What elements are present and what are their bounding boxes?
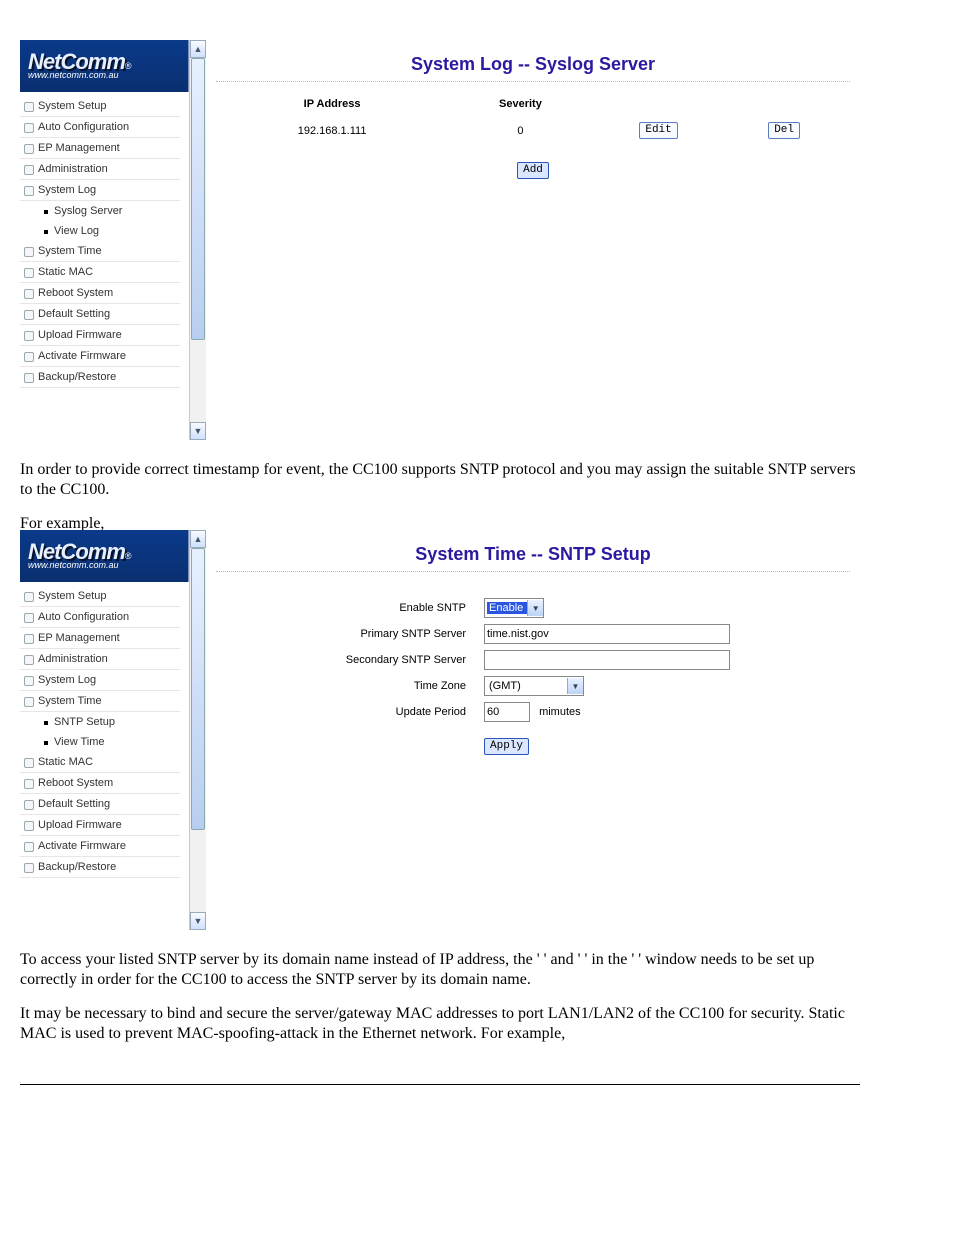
apply-button[interactable]: Apply [484,738,529,755]
select-enable-value: Enable [487,602,527,614]
logo-url: www.netcomm.com.au [28,560,188,570]
table-row: 192.168.1.111 0 Edit Del [219,120,847,141]
sidebar-item-upload-firmware[interactable]: Upload Firmware [20,325,180,346]
logo-url: www.netcomm.com.au [28,70,188,80]
chevron-down-icon: ▼ [567,678,583,694]
select-timezone-value: (GMT) [487,680,525,692]
sidebar-item-administration[interactable]: Administration [20,159,180,180]
page-title: System Log -- Syslog Server [206,40,860,81]
scroll-up-icon[interactable]: ▲ [190,530,206,548]
scrollbar[interactable]: ▲ ▼ [189,530,206,930]
sidebar-item-reboot[interactable]: Reboot System [20,773,180,794]
sidebar: System Setup Auto Configuration EP Manag… [20,92,180,388]
scroll-track[interactable] [190,58,206,422]
scroll-down-icon[interactable]: ▼ [190,912,206,930]
col-ip: IP Address [219,92,445,120]
logo: NetComm® www.netcomm.com.au [20,530,189,582]
page-footer-rule [20,1084,860,1085]
paragraph-static-mac: It may be necessary to bind and secure t… [20,1004,860,1044]
sidebar-sub-view-log[interactable]: View Log [20,221,180,241]
select-enable-sntp[interactable]: Enable ▼ [484,598,544,618]
content-pane: System Time -- SNTP Setup Enable SNTP En… [206,530,860,781]
sidebar-item-default-setting[interactable]: Default Setting [20,304,180,325]
label-period-suffix: mimutes [539,706,581,718]
sidebar-sub-view-time[interactable]: View Time [20,732,180,752]
sidebar-item-activate-firmware[interactable]: Activate Firmware [20,346,180,367]
scroll-track[interactable] [190,548,206,912]
sidebar-item-administration[interactable]: Administration [20,649,180,670]
screenshot-sntp: NetComm® www.netcomm.com.au System Setup… [20,530,860,930]
select-timezone[interactable]: (GMT) ▼ [484,676,584,696]
sidebar-item-system-setup[interactable]: System Setup [20,586,180,607]
sidebar-item-system-time[interactable]: System Time [20,691,180,712]
chevron-down-icon: ▼ [527,600,543,616]
title-divider [216,571,850,572]
sidebar-item-system-time[interactable]: System Time [20,241,180,262]
sidebar-item-auto-config[interactable]: Auto Configuration [20,117,180,138]
sidebar-item-ep-management[interactable]: EP Management [20,628,180,649]
sidebar-item-static-mac[interactable]: Static MAC [20,752,180,773]
sidebar-item-default-setting[interactable]: Default Setting [20,794,180,815]
sidebar-item-backup-restore[interactable]: Backup/Restore [20,367,180,388]
paragraph-dns-note: To access your listed SNTP server by its… [20,950,860,990]
scroll-thumb[interactable] [191,58,205,340]
label-enable-sntp: Enable SNTP [206,602,484,614]
sidebar-item-auto-config[interactable]: Auto Configuration [20,607,180,628]
label-update-period: Update Period [206,706,484,718]
label-secondary-sntp: Secondary SNTP Server [206,654,484,666]
input-update-period[interactable] [484,702,530,722]
add-button[interactable]: Add [517,162,549,179]
scroll-thumb[interactable] [191,548,205,830]
cell-severity: 0 [445,120,596,141]
sidebar-item-backup-restore[interactable]: Backup/Restore [20,857,180,878]
scroll-down-icon[interactable]: ▼ [190,422,206,440]
page-title: System Time -- SNTP Setup [206,530,860,571]
content-pane: System Log -- Syslog Server IP Address S… [206,40,860,199]
label-timezone: Time Zone [206,680,484,692]
scrollbar[interactable]: ▲ ▼ [189,40,206,440]
input-primary-sntp[interactable] [484,624,730,644]
input-secondary-sntp[interactable] [484,650,730,670]
sidebar-sub-syslog-server[interactable]: Syslog Server [20,201,180,221]
sidebar-item-static-mac[interactable]: Static MAC [20,262,180,283]
sidebar-sub-sntp-setup[interactable]: SNTP Setup [20,712,180,732]
sidebar-item-reboot[interactable]: Reboot System [20,283,180,304]
paragraph-sntp-intro: In order to provide correct timestamp fo… [20,460,860,500]
col-severity: Severity [445,92,596,120]
sidebar: System Setup Auto Configuration EP Manag… [20,582,180,878]
sidebar-item-upload-firmware[interactable]: Upload Firmware [20,815,180,836]
edit-button[interactable]: Edit [639,122,677,139]
syslog-table: IP Address Severity 192.168.1.111 0 Edit… [219,92,847,141]
sidebar-item-system-log[interactable]: System Log [20,670,180,691]
logo: NetComm® www.netcomm.com.au [20,40,189,92]
sidebar-item-system-setup[interactable]: System Setup [20,96,180,117]
sidebar-item-activate-firmware[interactable]: Activate Firmware [20,836,180,857]
label-primary-sntp: Primary SNTP Server [206,628,484,640]
screenshot-syslog: NetComm® www.netcomm.com.au System Setup… [20,40,860,440]
sidebar-item-system-log[interactable]: System Log [20,180,180,201]
scroll-up-icon[interactable]: ▲ [190,40,206,58]
sidebar-item-ep-management[interactable]: EP Management [20,138,180,159]
del-button[interactable]: Del [768,122,800,139]
title-divider [216,81,850,82]
cell-ip: 192.168.1.111 [219,120,445,141]
